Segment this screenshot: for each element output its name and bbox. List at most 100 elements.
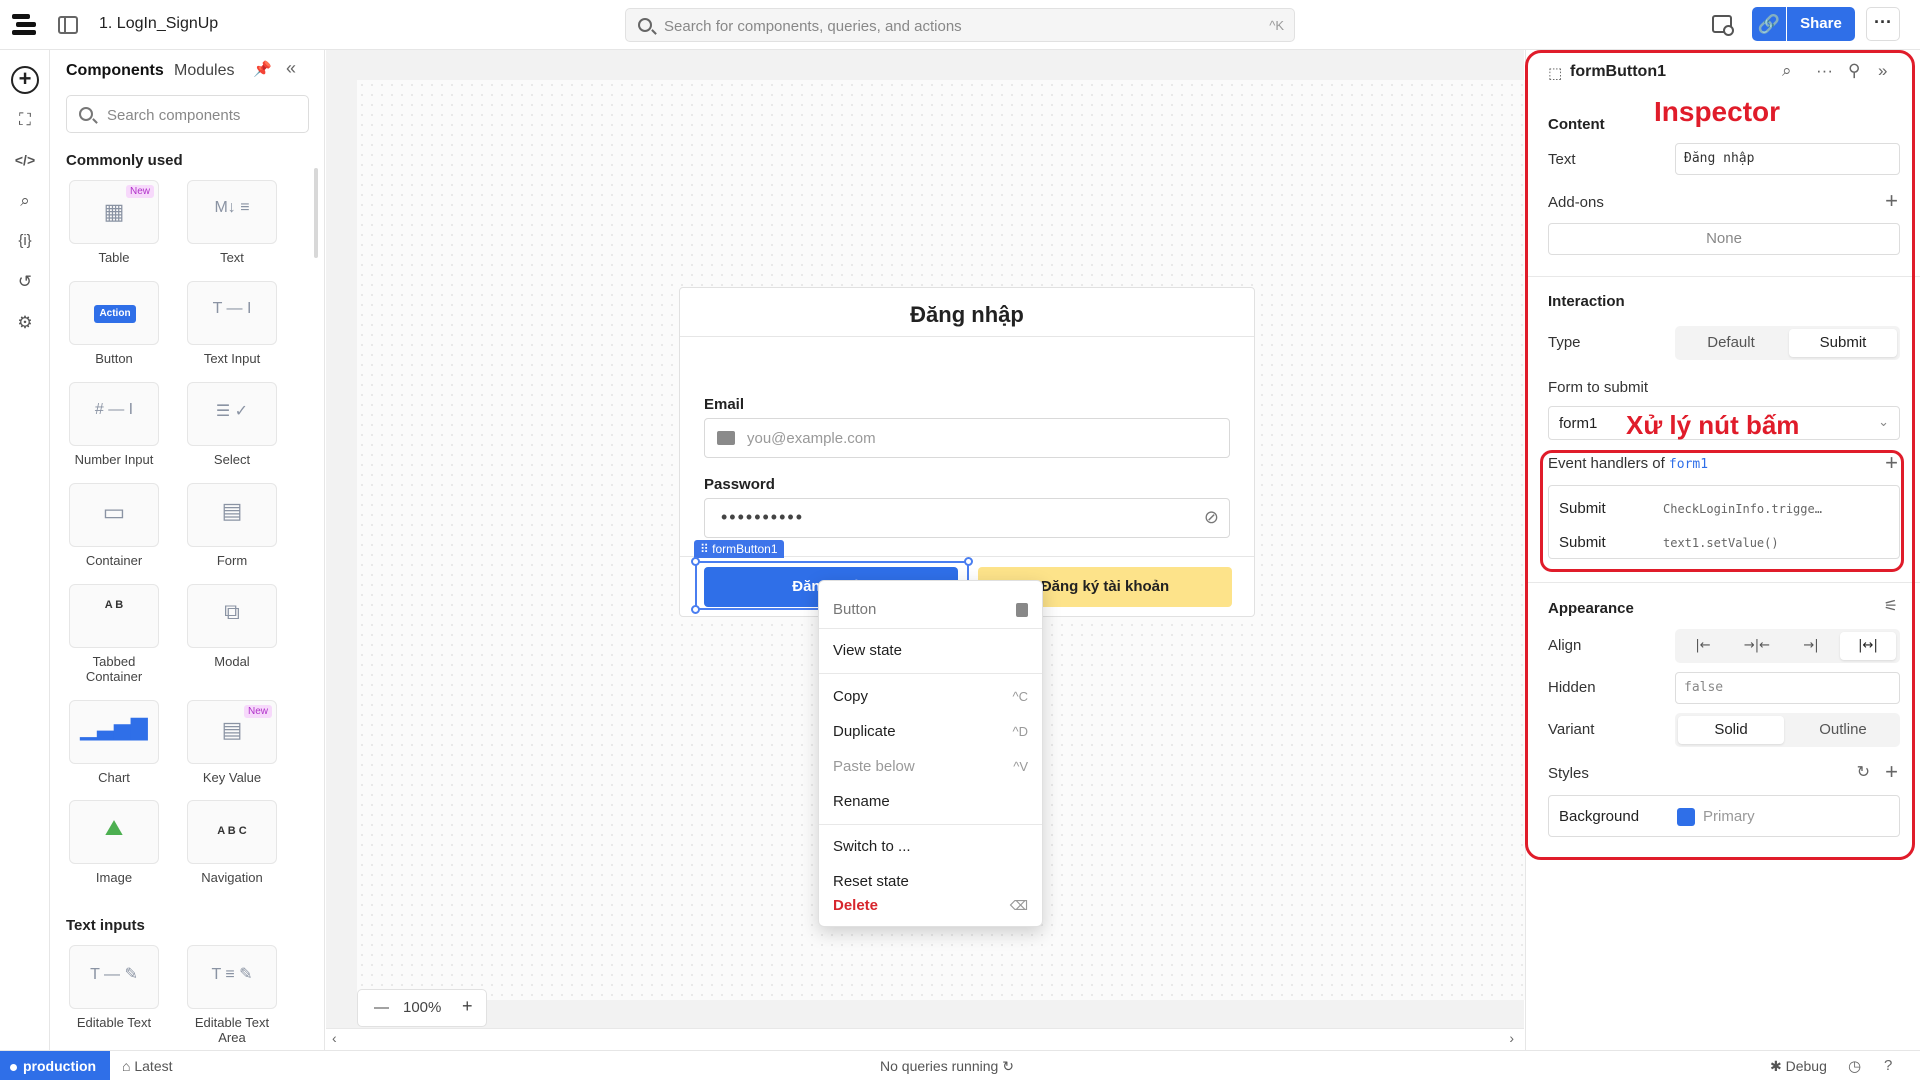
menu-item-paste-below[interactable]: Paste below ^V [833,754,1028,780]
text-field[interactable]: Đăng nhập [1675,143,1900,175]
tab-modules[interactable]: Modules [174,62,234,80]
variant-option-outline[interactable]: Outline [1789,716,1897,744]
more-options-button[interactable]: ··· [1866,7,1900,41]
pin-icon[interactable]: ⚲ [1848,61,1860,81]
zoom-control: — 100% + [357,989,487,1027]
hidden-field[interactable]: false [1675,672,1900,704]
event-handler-row[interactable]: Submit text1.setValue() [1559,532,1889,554]
variant-option-solid[interactable]: Solid [1678,716,1784,744]
component-key-value[interactable]: New ▤ Key Value [184,700,280,785]
menu-shortcut: ^V [1013,759,1028,774]
component-table[interactable]: New ▦ Table [66,180,162,265]
menu-item-duplicate[interactable]: Duplicate ^D [833,719,1028,745]
scroll-right-icon[interactable]: › [1509,1030,1514,1046]
sidebar-toggle-icon[interactable] [58,16,78,34]
search-icon[interactable]: ⌕ [12,188,38,214]
addons-empty[interactable]: None [1548,223,1900,255]
tab-components[interactable]: Components [66,62,164,80]
environment-badge[interactable]: production [0,1051,110,1080]
refresh-icon[interactable]: ↻ [1002,1058,1014,1074]
component-tabbed-container[interactable]: A B Tabbed Container [66,584,162,684]
align-right-icon[interactable]: →| [1786,632,1836,660]
component-image[interactable]: ⛰ Image [66,800,162,885]
canvas-horizontal-scrollbar[interactable]: ‹ › [326,1028,1524,1050]
scroll-left-icon[interactable]: ‹ [332,1030,337,1046]
pin-icon[interactable]: 📌 [253,60,272,78]
help-icon[interactable]: ? [1884,1057,1892,1074]
component-container[interactable]: ▭ Container [66,483,162,568]
selected-component-tag[interactable]: ⠿ formButton1 [694,540,784,558]
eye-off-icon[interactable]: ⊘ [1204,507,1219,528]
inspector-component-name[interactable]: formButton1 [1570,63,1666,81]
add-component-icon[interactable]: + [11,66,39,94]
zoom-in-button[interactable]: + [462,996,473,1017]
component-modal[interactable]: ⧉ Modal [184,584,280,669]
share-button[interactable]: Share [1787,7,1855,41]
collapse-panel-icon[interactable]: « [286,58,296,79]
state-icon[interactable]: {i} [12,228,38,254]
panel-scrollbar[interactable] [314,168,318,258]
align-stretch-icon[interactable]: |↔| [1840,632,1896,660]
component-search-input[interactable]: Search components [66,95,309,133]
component-text[interactable]: M↓ ≡ Text [184,180,280,265]
event-handlers-list: Submit CheckLoginInfo.trigge… Submit tex… [1548,485,1900,559]
reset-styles-icon[interactable]: ↻ [1857,762,1870,782]
history-icon[interactable]: ↺ [12,269,38,295]
menu-item-copy[interactable]: Copy ^C [833,684,1028,710]
settings-gear-icon[interactable]: ⚙ [12,310,38,336]
context-menu-header: Button [833,597,1028,623]
menu-item-delete[interactable]: Delete ⌫ [833,894,1028,918]
collapse-inspector-icon[interactable]: » [1878,61,1887,81]
background-style-row[interactable]: Background Primary [1548,795,1900,837]
resize-handle[interactable] [964,557,973,566]
component-button[interactable]: Action Button [66,281,162,366]
component-label: Editable Text Area [194,1015,270,1045]
menu-item-rename[interactable]: Rename [833,789,1028,815]
component-label: Button [95,351,133,366]
component-chart[interactable]: ▁▃▅▇ Chart [66,700,162,785]
component-number-input[interactable]: # — I Number Input [66,382,162,467]
add-event-handler-button[interactable]: + [1885,450,1898,476]
password-field[interactable]: •••••••••• ⊘ [704,498,1230,538]
global-search-input[interactable]: Search for components, queries, and acti… [625,8,1295,42]
app-title[interactable]: 1. LogIn_SignUp [99,15,218,33]
docs-icon[interactable] [1016,603,1028,617]
version-selector[interactable]: ⌂ Latest [122,1058,173,1074]
zoom-out-button[interactable]: — [374,999,389,1016]
search-icon[interactable]: ⌕ [1782,61,1792,81]
component-editable-text-area[interactable]: T ≡ ✎ Editable Text Area [184,945,280,1045]
history-icon[interactable]: ◷ [1848,1057,1861,1075]
component-select[interactable]: ☰ ✓ Select [184,382,280,467]
more-icon[interactable]: ··· [1816,61,1833,81]
preview-icon[interactable] [1712,15,1734,36]
event-handler-row[interactable]: Submit CheckLoginInfo.trigge… [1559,498,1889,520]
add-addon-button[interactable]: + [1885,188,1898,214]
code-icon[interactable]: </> [12,147,38,173]
tree-icon[interactable]: ⛶ [12,107,38,133]
resize-handle[interactable] [691,557,700,566]
editable-text-area-icon: T ≡ ✎ [187,945,277,1009]
image-icon: ⛰ [69,800,159,864]
type-option-submit[interactable]: Submit [1789,329,1897,357]
debug-button[interactable]: ✱ Debug [1770,1058,1827,1075]
align-center-icon[interactable]: →|← [1732,632,1782,660]
retool-logo[interactable] [12,14,36,36]
menu-item-view-state[interactable]: View state [833,638,1028,664]
section-divider [1526,276,1920,277]
context-menu-header-label: Button [833,601,877,618]
copy-link-button[interactable]: 🔗 [1752,7,1786,41]
email-field[interactable]: you@example.com [704,418,1230,458]
resize-handle[interactable] [691,605,700,614]
component-label: Editable Text [76,1015,152,1030]
component-form[interactable]: ▤ Form [184,483,280,568]
component-editable-text[interactable]: T — ✎ Editable Text [66,945,162,1030]
menu-item-switch-to[interactable]: Switch to ... [833,834,1028,860]
add-style-button[interactable]: + [1885,759,1898,785]
menu-item-reset-state[interactable]: Reset state [833,869,1028,895]
align-left-icon[interactable]: |← [1678,632,1728,660]
component-text-input[interactable]: T — I Text Input [184,281,280,366]
event-action: text1.setValue() [1663,536,1779,550]
component-navigation[interactable]: A B C Navigation [184,800,280,885]
type-option-default[interactable]: Default [1678,329,1784,357]
appearance-settings-icon[interactable]: ⚟ [1884,596,1898,616]
